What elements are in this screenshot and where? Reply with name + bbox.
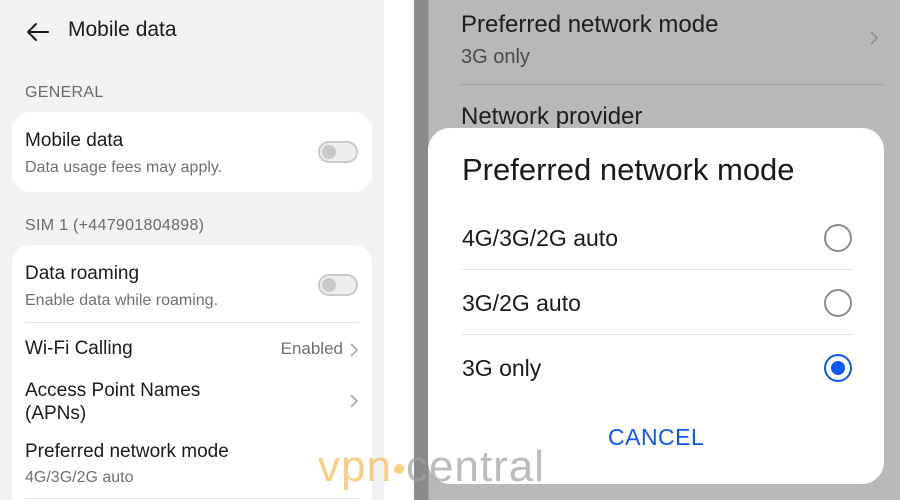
mobile-data-row[interactable]: Mobile data Data usage fees may apply.	[25, 112, 359, 192]
wifi-calling-row[interactable]: Wi-Fi Calling Enabled	[25, 323, 359, 375]
network-mode-dialog: Preferred network mode 4G/3G/2G auto 3G/…	[428, 128, 884, 484]
mobile-data-card: Mobile data Data usage fees may apply.	[12, 112, 372, 192]
app-bar: Mobile data	[0, 0, 384, 64]
wifi-calling-title: Wi-Fi Calling	[25, 338, 133, 359]
divider	[25, 498, 359, 499]
mobile-data-subtitle: Data usage fees may apply.	[25, 159, 223, 176]
option-label: 3G/2G auto	[462, 290, 581, 316]
divider	[462, 334, 852, 335]
network-mode-screen: Preferred network mode 3G only Network p…	[414, 0, 900, 500]
bg-preferred-mode-value: 3G only	[461, 46, 530, 68]
apn-title-line1: Access Point Names	[25, 380, 201, 401]
apn-title-line2: (APNs)	[25, 403, 87, 424]
dialog-title: Preferred network mode	[462, 152, 795, 187]
divider	[461, 84, 883, 85]
cancel-button[interactable]: CANCEL	[608, 424, 704, 451]
chevron-right-icon	[350, 343, 359, 357]
data-roaming-subtitle: Enable data while roaming.	[25, 292, 219, 309]
data-roaming-row[interactable]: Data roaming Enable data while roaming.	[25, 245, 359, 321]
chevron-right-icon	[350, 394, 359, 408]
bg-preferred-mode-title: Preferred network mode	[461, 11, 719, 38]
option-label: 3G only	[462, 355, 542, 381]
radio-button-unselected[interactable]	[824, 289, 852, 317]
preferred-network-mode-row[interactable]: Preferred network mode 4G/3G/2G auto	[25, 435, 359, 499]
divider	[462, 269, 852, 270]
option-3g-2g-auto[interactable]: 3G/2G auto	[462, 271, 852, 335]
preferred-network-mode-value: 4G/3G/2G auto	[25, 469, 134, 486]
wifi-calling-value: Enabled	[280, 339, 343, 358]
apn-row[interactable]: Access Point Names (APNs)	[25, 375, 359, 435]
chevron-right-icon	[870, 31, 879, 45]
radio-button-unselected[interactable]	[824, 224, 852, 252]
option-3g-only[interactable]: 3G only	[462, 336, 852, 400]
panel-gap	[384, 0, 414, 500]
watermark-dot	[393, 464, 404, 475]
data-roaming-title: Data roaming	[25, 263, 140, 284]
page-title: Mobile data	[68, 18, 177, 41]
mobile-data-title: Mobile data	[25, 130, 124, 151]
section-header-general: GENERAL	[25, 84, 104, 101]
watermark-central-text: central	[405, 442, 546, 491]
mobile-data-screen: Mobile data GENERAL Mobile data Data usa…	[0, 0, 384, 500]
mobile-data-toggle[interactable]	[318, 141, 358, 163]
data-roaming-toggle[interactable]	[318, 274, 358, 296]
section-header-sim1: SIM 1 (+447901804898)	[25, 217, 205, 234]
option-label: 4G/3G/2G auto	[462, 225, 618, 251]
radio-button-selected[interactable]	[824, 354, 852, 382]
vpncentral-watermark-logo: vpn central	[318, 442, 545, 492]
preferred-network-mode-title: Preferred network mode	[25, 441, 229, 462]
back-arrow-icon[interactable]	[24, 18, 52, 46]
option-4g-3g-2g-auto[interactable]: 4G/3G/2G auto	[462, 206, 852, 270]
bg-network-provider-title: Network provider	[461, 103, 643, 130]
watermark-vpn-text: vpn	[318, 442, 392, 491]
